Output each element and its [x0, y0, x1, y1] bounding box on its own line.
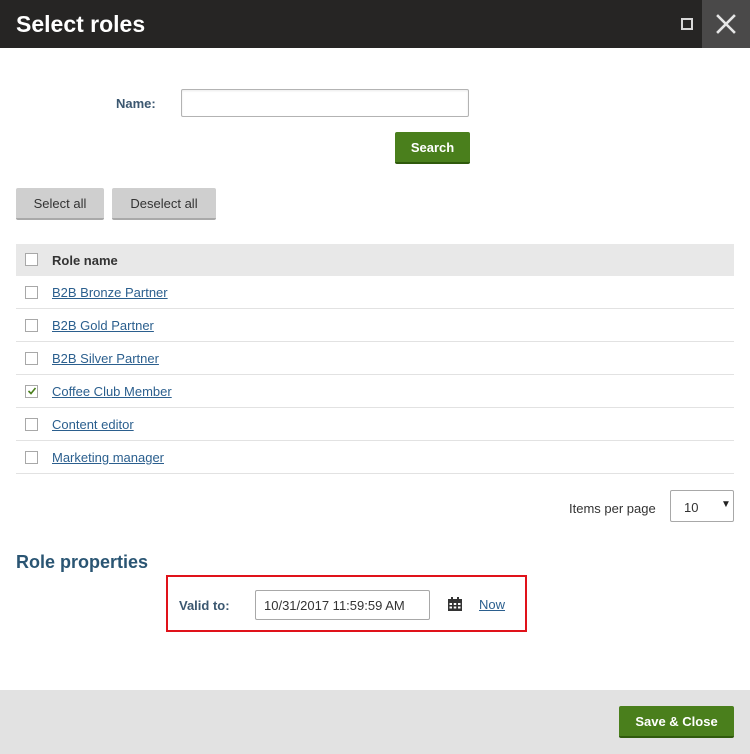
name-input[interactable] [181, 89, 469, 117]
checkmark-icon [27, 387, 37, 395]
role-link[interactable]: B2B Silver Partner [52, 351, 159, 366]
row-checkbox[interactable] [25, 418, 38, 431]
row-checkbox[interactable] [25, 385, 38, 398]
table-row: B2B Silver Partner [16, 342, 734, 375]
column-header-role-name: Role name [52, 253, 118, 268]
calendar-icon[interactable] [447, 596, 463, 612]
save-close-button[interactable]: Save & Close [619, 706, 734, 738]
items-per-page-label: Items per page [569, 501, 656, 516]
select-all-checkbox[interactable] [25, 253, 38, 266]
dialog-title: Select roles [16, 11, 146, 37]
maximize-button[interactable] [670, 0, 702, 48]
search-button[interactable]: Search [395, 132, 470, 164]
role-properties-title: Role properties [16, 552, 149, 572]
table-row: B2B Gold Partner [16, 309, 734, 342]
row-checkbox[interactable] [25, 352, 38, 365]
dropdown-arrow-icon: ▼ [721, 499, 731, 510]
table-row: B2B Bronze Partner [16, 276, 734, 309]
maximize-icon [681, 18, 693, 30]
now-link[interactable]: Now [479, 597, 505, 612]
role-link[interactable]: B2B Gold Partner [52, 318, 154, 333]
row-checkbox[interactable] [25, 319, 38, 332]
row-checkbox[interactable] [25, 286, 38, 299]
items-per-page-select[interactable]: 10 ▼ [670, 490, 734, 522]
deselect-all-button[interactable]: Deselect all [112, 188, 216, 220]
role-link[interactable]: Content editor [52, 417, 134, 432]
roles-grid: Role name B2B Bronze Partner B2B Gold Pa… [16, 244, 734, 474]
title-bar: Select roles [0, 0, 750, 48]
table-row: Coffee Club Member [16, 375, 734, 408]
grid-header: Role name [16, 244, 734, 276]
name-label: Name: [116, 96, 156, 111]
close-icon [716, 14, 736, 34]
select-all-button[interactable]: Select all [16, 188, 104, 220]
valid-to-label: Valid to: [179, 598, 230, 613]
role-link[interactable]: Coffee Club Member [52, 384, 172, 399]
table-row: Marketing manager [16, 441, 734, 474]
table-row: Content editor [16, 408, 734, 441]
role-link[interactable]: B2B Bronze Partner [52, 285, 168, 300]
row-checkbox[interactable] [25, 451, 38, 464]
valid-to-input[interactable] [255, 590, 430, 620]
items-per-page-value: 10 [684, 500, 699, 515]
close-button[interactable] [702, 0, 750, 48]
role-link[interactable]: Marketing manager [52, 450, 164, 465]
